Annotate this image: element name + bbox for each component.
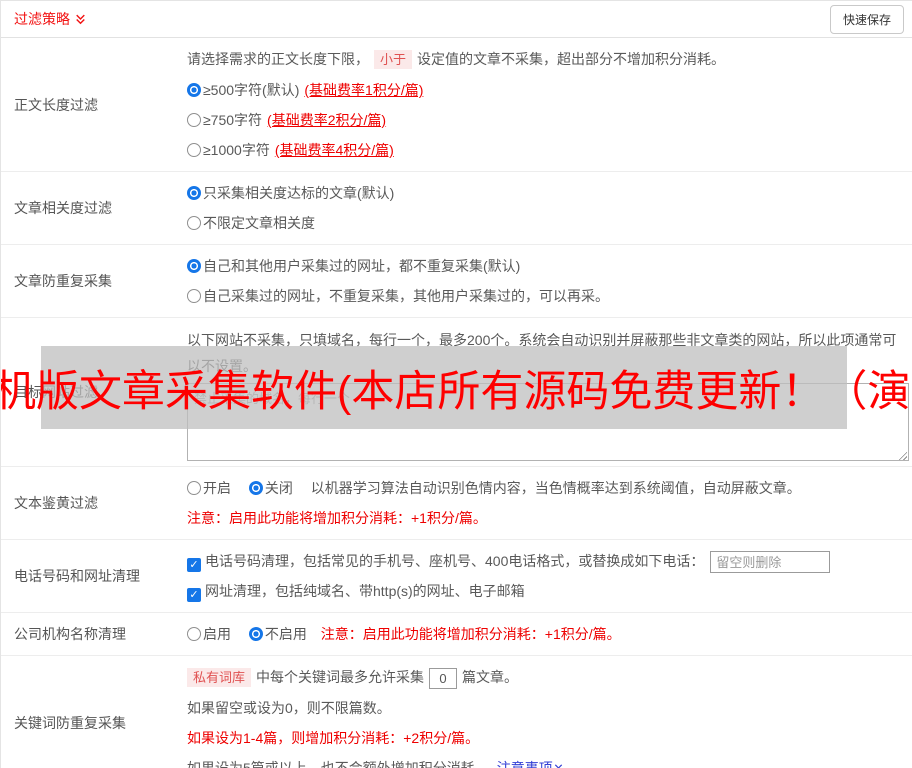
keyword-limit-input[interactable] (429, 667, 458, 689)
radio-icon[interactable] (187, 481, 201, 495)
keyword-dedup-label: 关键词防重复采集 (14, 714, 126, 731)
dedup-filter-label: 文章防重复采集 (14, 273, 112, 289)
relevance-option-strict[interactable]: 只采集相关度达标的文章(默认) (187, 178, 902, 208)
porn-filter-label: 文本鉴黄过滤 (14, 495, 98, 511)
checkbox-checked-icon[interactable]: ✓ (187, 588, 201, 602)
row-porn-filter: 文本鉴黄过滤 开启 关闭 以机器学习算法自动识别色情内容，当色情概率达到系统阈值… (1, 467, 912, 540)
filter-strategy-page: 过滤策略 快速保存 正文长度过滤 请选择需求的正文长度下限， 小于 设定值的文章不采… (0, 0, 912, 768)
company-clean-note: 注意：启用此功能将增加积分消耗：+1积分/篇。 (320, 626, 621, 642)
replacement-phone-input[interactable] (710, 551, 831, 574)
length-option-500[interactable]: ≥500字符(默认) (基础费率1积分/篇) (187, 75, 902, 105)
relevance-option-any[interactable]: 不限定文章相关度 (187, 208, 902, 238)
company-option-on[interactable]: 启用 (187, 626, 245, 642)
row-company-clean: 公司机构名称清理 启用 不启用 注意：启用此功能将增加积分消耗：+1积分/篇。 (1, 613, 912, 656)
length-option-750[interactable]: ≥750字符 (基础费率2积分/篇) (187, 105, 902, 135)
length-filter-intro: 请选择需求的正文长度下限， 小于 设定值的文章不采集，超出部分不增加积分消耗。 (187, 50, 726, 69)
keyword-note-five: 如果设为5篇或以上，也不会额外增加积分消耗。 注意事项 (187, 753, 902, 768)
double-chevron-down-icon (553, 763, 564, 768)
private-thesaurus-tag: 私有词库 (187, 668, 252, 687)
fee-note: (基础费率4积分/篇) (274, 142, 394, 158)
radio-checked-icon[interactable] (248, 627, 263, 641)
fee-note: (基础费率1积分/篇) (304, 82, 424, 98)
page-title-label: 过滤策略 (14, 11, 70, 27)
row-phone-url-clean: 电话号码和网址清理 ✓ 电话号码清理，包括常见的手机号、座机号、400电话格式，或… (1, 540, 912, 613)
keyword-limit-line: 私有词库中每个关键词最多允许采集篇文章。 (187, 662, 902, 693)
phone-url-clean-label: 电话号码和网址清理 (14, 568, 140, 584)
row-relevance-filter: 文章相关度过滤 只采集相关度达标的文章(默认) 不限定文章相关度 (1, 172, 912, 245)
checkbox-checked-icon[interactable]: ✓ (187, 558, 201, 572)
radio-icon[interactable] (187, 143, 201, 157)
dedup-option-all[interactable]: 自己和其他用户采集过的网址，都不重复采集(默认) (187, 251, 902, 281)
radio-checked-icon[interactable] (187, 259, 201, 273)
keyword-note-fee: 如果设为1-4篇，则增加积分消耗：+2积分/篇。 (187, 730, 480, 746)
fee-note: (基础费率2积分/篇) (267, 112, 387, 128)
keyword-note-zero: 如果留空或设为0，则不限篇数。 (187, 700, 391, 716)
porn-filter-description: 以机器学习算法自动识别色情内容，当色情概率达到系统阈值，自动屏蔽文章。 (310, 480, 801, 496)
porn-option-off[interactable]: 关闭 (248, 480, 307, 496)
length-filter-label: 正文长度过滤 (14, 96, 98, 113)
company-clean-label: 公司机构名称清理 (14, 626, 126, 642)
row-site-filter: 目标网站过滤 以下网站不采集，只填域名，每行一个，最多200个。系统会自动识别并… (1, 318, 912, 467)
porn-option-on[interactable]: 开启 (187, 480, 245, 496)
row-keyword-dedup: 关键词防重复采集 私有词库中每个关键词最多允许采集篇文章。 如果留空或设为0，则… (1, 656, 912, 768)
radio-checked-icon[interactable] (187, 186, 201, 200)
page-header: 过滤策略 快速保存 (1, 1, 912, 38)
less-than-tag: 小于 (374, 50, 413, 69)
radio-checked-icon[interactable] (187, 83, 201, 97)
radio-icon[interactable] (187, 627, 201, 641)
row-length-filter: 正文长度过滤 请选择需求的正文长度下限， 小于 设定值的文章不采集，超出部分不增加积… (1, 38, 912, 172)
porn-filter-note: 注意：启用此功能将增加积分消耗：+1积分/篇。 (187, 510, 487, 526)
site-filter-description: 以下网站不采集，只填域名，每行一个，最多200个。系统会自动识别并屏蔽那些非文章… (187, 332, 897, 374)
double-chevron-down-icon (74, 13, 87, 26)
radio-icon[interactable] (187, 289, 201, 303)
company-clean-options: 启用 不启用 注意：启用此功能将增加积分消耗：+1积分/篇。 (187, 619, 902, 649)
notice-link[interactable]: 注意事项 (497, 760, 564, 768)
porn-filter-options: 开启 关闭 以机器学习算法自动识别色情内容，当色情概率达到系统阈值，自动屏蔽文章… (187, 473, 902, 503)
relevance-filter-label: 文章相关度过滤 (14, 200, 112, 216)
dedup-option-self[interactable]: 自己采集过的网址，不重复采集，其他用户采集过的，可以再采。 (187, 281, 902, 311)
page-title[interactable]: 过滤策略 (14, 9, 87, 29)
url-clean-line: ✓ 网址清理，包括纯域名、带http(s)的网址、电子邮箱 (187, 576, 902, 606)
radio-checked-icon[interactable] (248, 481, 263, 495)
quick-save-button[interactable]: 快速保存 (829, 4, 904, 34)
site-filter-label: 目标网站过滤 (14, 384, 98, 400)
phone-clean-line: ✓ 电话号码清理，包括常见的手机号、座机号、400电话格式，或替换成如下电话： (187, 546, 902, 576)
length-option-1000[interactable]: ≥1000字符 (基础费率4积分/篇) (187, 135, 902, 165)
row-dedup-filter: 文章防重复采集 自己和其他用户采集过的网址，都不重复采集(默认) 自己采集过的网… (1, 245, 912, 318)
company-option-off[interactable]: 不启用 (248, 626, 307, 642)
radio-icon[interactable] (187, 216, 201, 230)
blocked-sites-textarea[interactable] (187, 383, 909, 461)
radio-icon[interactable] (187, 113, 201, 127)
